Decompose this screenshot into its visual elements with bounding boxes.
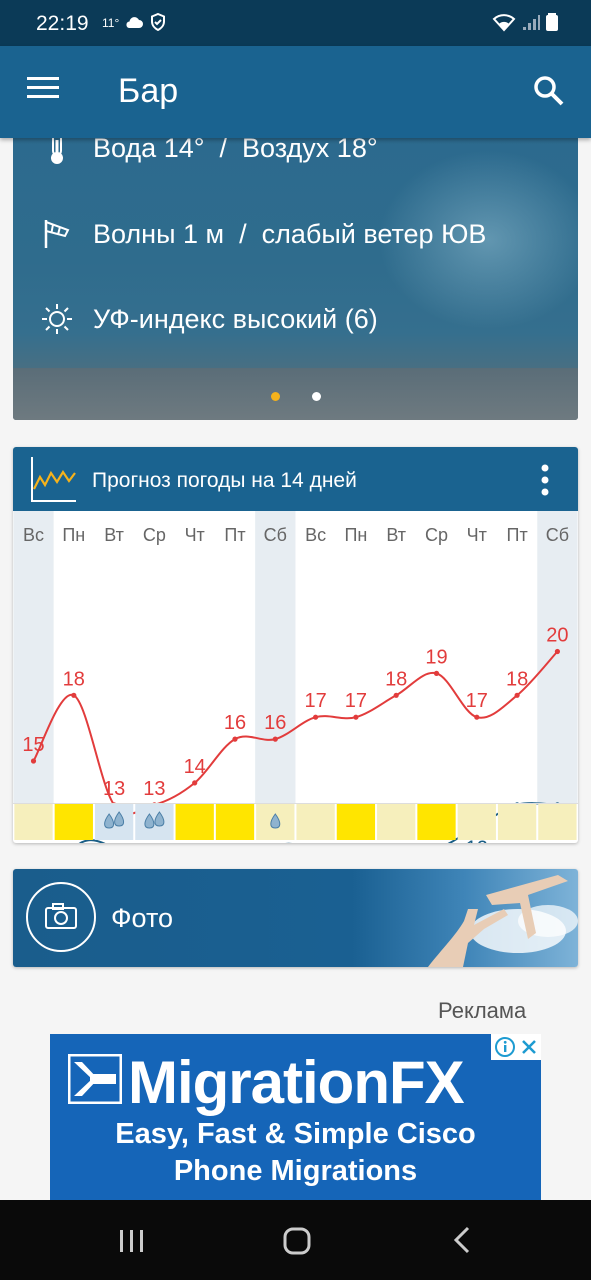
max-temp-label: 13 bbox=[143, 778, 165, 800]
day-label: Пн bbox=[344, 525, 367, 545]
max-temp-point bbox=[474, 714, 480, 720]
max-temp-label: 17 bbox=[466, 690, 488, 712]
max-temp-label: 19 bbox=[425, 646, 447, 668]
pager-dots bbox=[13, 388, 578, 406]
max-temp-point bbox=[272, 736, 278, 742]
ad-label: Реклама bbox=[438, 998, 527, 1023]
condition-cell bbox=[538, 804, 577, 840]
chart-icon bbox=[31, 457, 76, 502]
back-icon[interactable] bbox=[432, 1220, 492, 1260]
max-temp-label: 18 bbox=[63, 668, 85, 690]
max-temp-point bbox=[313, 714, 319, 720]
battery-icon bbox=[546, 13, 558, 31]
status-right-icons bbox=[492, 12, 559, 37]
search-icon[interactable] bbox=[532, 74, 572, 114]
condition-cell bbox=[296, 804, 335, 840]
windsock-icon bbox=[39, 216, 75, 252]
day-label: Пн bbox=[62, 525, 85, 545]
forecast-card[interactable]: Прогноз погоды на 14 дней Вс Пн Вт Ср Чт Пт Сб… bbox=[13, 447, 578, 843]
day-label: Пт bbox=[224, 525, 245, 545]
condition-cell bbox=[215, 804, 255, 840]
day-label: Пт bbox=[507, 525, 528, 545]
weekend-column bbox=[255, 511, 296, 803]
max-temp-label: 16 bbox=[224, 712, 246, 734]
day-label: Вс bbox=[23, 525, 44, 545]
max-temp-point bbox=[433, 670, 440, 676]
ad-tagline-2: Phone Migrations bbox=[173, 1155, 418, 1187]
forecast-chart: Вс Пн Вт Ср Чт Пт Сб Вс Пн Вт Ср Чт Пт Сб 15 18 13 13 14 16… bbox=[13, 511, 578, 843]
max-temp-label: 14 bbox=[184, 756, 206, 778]
max-temp-label: 17 bbox=[345, 690, 367, 712]
max-temp-label: 13 bbox=[103, 778, 125, 800]
wifi-icon bbox=[492, 14, 516, 32]
camera-icon bbox=[26, 882, 96, 952]
more-options-icon[interactable] bbox=[533, 463, 557, 497]
system-nav-bar bbox=[0, 1200, 591, 1280]
forecast-header: Прогноз погоды на 14 дней bbox=[13, 447, 578, 511]
day-label: Вт bbox=[104, 525, 124, 545]
day-label: Сб bbox=[264, 525, 287, 545]
photo-label: Фото bbox=[111, 903, 174, 933]
max-temp-label: 18 bbox=[506, 668, 528, 690]
condition-cell bbox=[175, 804, 214, 840]
max-temp-label: 18 bbox=[385, 668, 407, 690]
max-temp-point bbox=[192, 780, 198, 786]
condition-cell bbox=[417, 804, 456, 840]
day-label: Вс bbox=[305, 525, 326, 545]
condition-cell bbox=[14, 804, 53, 840]
day-label: Сб bbox=[546, 525, 569, 545]
max-temp-point bbox=[353, 714, 359, 720]
max-temp-point bbox=[393, 692, 399, 698]
hands-frame-image bbox=[428, 875, 578, 967]
app-bar: Бар bbox=[0, 46, 591, 138]
status-bar: 22:19 11° bbox=[0, 0, 591, 46]
ad-tagline-1: Easy, Fast & Simple Cisco bbox=[115, 1118, 476, 1150]
info-icon[interactable] bbox=[494, 1036, 516, 1058]
day-label: Чт bbox=[185, 525, 205, 545]
max-temp-point bbox=[232, 736, 238, 742]
sun-icon bbox=[39, 301, 75, 337]
uv-text: УФ-индекс высокий (6) bbox=[93, 303, 378, 334]
max-temp-point bbox=[554, 648, 561, 655]
home-icon[interactable] bbox=[267, 1220, 327, 1260]
pager-dot[interactable] bbox=[311, 392, 321, 401]
weekend-column bbox=[537, 511, 578, 803]
ad-headline: MigrationFX bbox=[128, 1049, 465, 1116]
conditions-card[interactable]: Вода 14° / Воздух 18° Волны 1 м / слабый… bbox=[13, 130, 578, 420]
condition-cell bbox=[336, 804, 376, 840]
max-temp-label: 15 bbox=[22, 734, 44, 756]
condition-cell bbox=[377, 804, 416, 840]
day-label: Вт bbox=[386, 525, 406, 545]
forecast-title: Прогноз погоды на 14 дней bbox=[92, 469, 357, 492]
max-temp-point bbox=[514, 692, 520, 698]
ad-banner[interactable]: MigrationFX Easy, Fast & Simple Cisco Ph… bbox=[50, 1034, 541, 1204]
shield-icon bbox=[151, 13, 165, 31]
max-temp-point bbox=[30, 758, 37, 764]
status-temperature: 11° bbox=[102, 16, 120, 30]
max-temp-label: 17 bbox=[304, 690, 326, 712]
condition-cell bbox=[457, 804, 496, 840]
close-icon[interactable] bbox=[520, 1038, 538, 1056]
max-temp-point bbox=[71, 692, 77, 698]
photo-banner[interactable]: Фото bbox=[13, 869, 578, 967]
day-label: Ср bbox=[425, 525, 448, 545]
condition-cell bbox=[54, 804, 93, 840]
day-label: Ср bbox=[143, 525, 166, 545]
max-temp-label: 20 bbox=[546, 625, 568, 647]
day-label: Чт bbox=[467, 525, 487, 545]
recent-apps-icon[interactable] bbox=[102, 1220, 162, 1260]
pager-dot[interactable] bbox=[270, 392, 280, 401]
waves-wind-row: Волны 1 м / слабый ветер ЮВ bbox=[39, 216, 486, 252]
migrationfx-logo-icon bbox=[68, 1054, 122, 1104]
page-title: Бар bbox=[118, 72, 179, 110]
max-temp-label: 16 bbox=[264, 712, 286, 734]
menu-icon[interactable] bbox=[26, 76, 66, 110]
condition-cell bbox=[497, 804, 537, 840]
cloud-icon bbox=[126, 17, 143, 28]
signal-icon bbox=[522, 15, 540, 30]
ad-choices[interactable] bbox=[491, 1034, 541, 1060]
status-time: 22:19 bbox=[36, 12, 89, 35]
waves-wind-text: Волны 1 м / слабый ветер ЮВ bbox=[93, 218, 487, 249]
uv-row: УФ-индекс высокий (6) bbox=[39, 301, 378, 337]
